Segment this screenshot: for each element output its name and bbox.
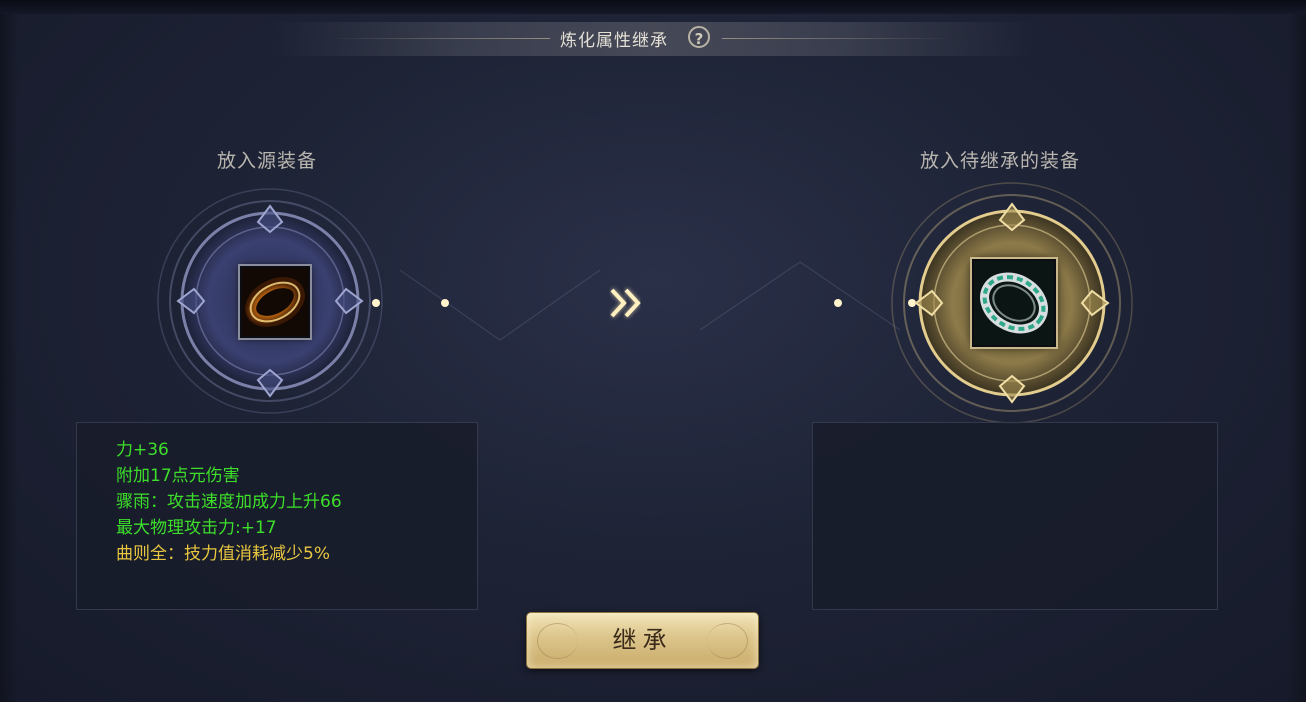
attribute-line: 最大物理攻击力:+17	[116, 518, 277, 538]
target-item-slot[interactable]	[972, 259, 1056, 347]
inherit-button-label: 继承	[612, 626, 673, 654]
source-attributes-box: 力+36 附加17点元伤害骤雨：攻击速度加成力上升66 最大物理攻击力:+17 曲则全…	[76, 422, 478, 610]
connector-node	[441, 299, 449, 307]
inherit-panel: 炼化属性继承 ? 放入源装备 放入待继承的装备 力+36 附加17点元伤害 骤雨…	[0, 0, 1306, 702]
connector-node	[834, 299, 842, 307]
inherit-button[interactable]: 继承	[527, 613, 758, 668]
target-attributes-box	[812, 422, 1218, 610]
ring-silver-jade-icon	[974, 261, 1054, 345]
attribute-line: 附加17点元伤害	[116, 466, 240, 486]
attribute-line: 骤雨：攻击速度加成力上升66	[116, 492, 342, 512]
double-chevron-right-icon	[610, 288, 641, 318]
attribute-line: 曲则全：技力值消耗减少5%	[116, 544, 330, 564]
source-item-slot[interactable]	[240, 266, 310, 338]
attribute-line: 力+36	[116, 440, 169, 460]
bracelet-orange-icon	[242, 268, 308, 336]
